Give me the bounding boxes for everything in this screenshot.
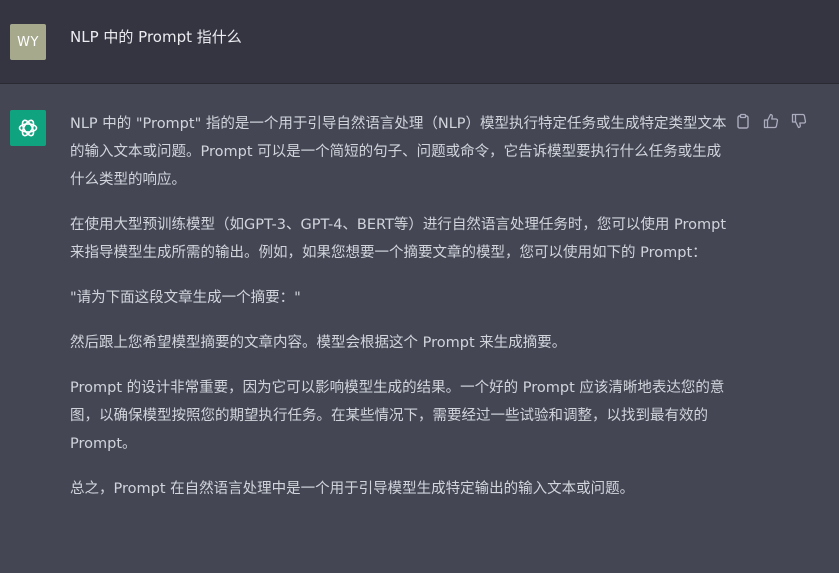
- answer-paragraph: NLP 中的 "Prompt" 指的是一个用于引导自然语言处理（NLP）模型执行…: [70, 116, 727, 188]
- answer-paragraph: 然后跟上您希望模型摘要的文章内容。模型会根据这个 Prompt 来生成摘要。: [70, 335, 567, 351]
- copy-button[interactable]: [734, 112, 752, 130]
- answer-paragraph: "请为下面这段文章生成一个摘要：": [70, 290, 301, 306]
- user-avatar: WY: [10, 24, 46, 60]
- message-actions: [734, 112, 808, 130]
- thumbs-down-icon: [791, 113, 807, 129]
- assistant-message-row: NLP 中的 "Prompt" 指的是一个用于引导自然语言处理（NLP）模型执行…: [0, 84, 839, 573]
- openai-logo-icon: [18, 119, 38, 137]
- thumbs-up-button[interactable]: [762, 112, 780, 130]
- assistant-avatar: [10, 110, 46, 146]
- user-message-text: NLP 中的 Prompt 指什么: [70, 28, 242, 46]
- user-message-row: WY NLP 中的 Prompt 指什么: [0, 0, 839, 84]
- answer-paragraph: 总之，Prompt 在自然语言处理中是一个用于引导模型生成特定输出的输入文本或问…: [70, 481, 635, 497]
- answer-paragraph: 在使用大型预训练模型（如GPT-3、GPT-4、BERT等）进行自然语言处理任务…: [70, 217, 727, 261]
- copy-icon: [737, 113, 749, 129]
- thumbs-down-button[interactable]: [790, 112, 808, 130]
- thumbs-up-icon: [763, 113, 779, 129]
- answer-paragraph: Prompt 的设计非常重要，因为它可以影响模型生成的结果。一个好的 Promp…: [70, 380, 725, 452]
- assistant-answer: NLP 中的 "Prompt" 指的是一个用于引导自然语言处理（NLP）模型执行…: [70, 110, 730, 520]
